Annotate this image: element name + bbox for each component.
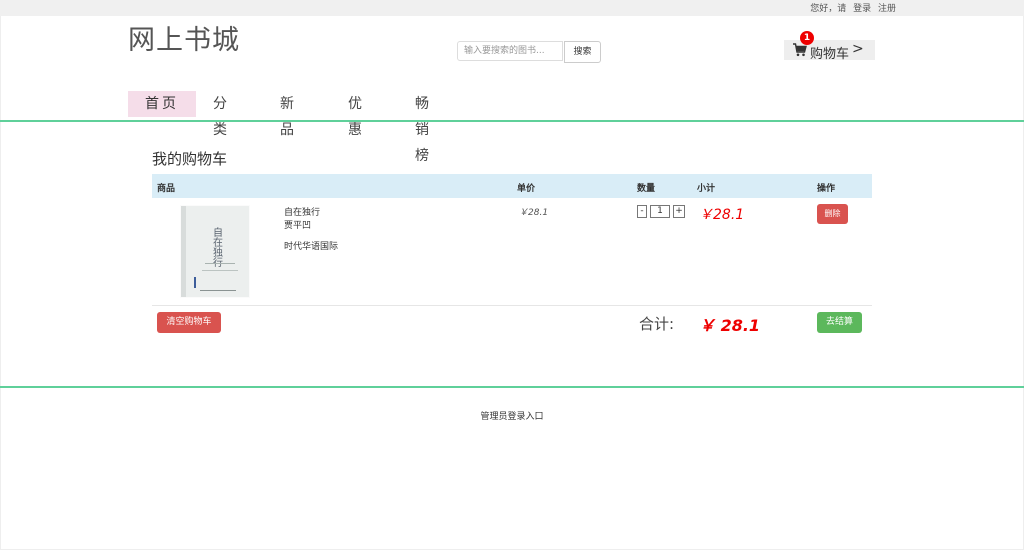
site-logo[interactable]: 网上书城: [128, 18, 240, 57]
footer-divider: [0, 386, 1024, 388]
register-link[interactable]: 注册: [878, 4, 896, 14]
nav-item-bestsellers[interactable]: 畅销榜: [415, 91, 430, 164]
column-header-product: 商品: [157, 184, 176, 194]
page-title: 我的购物车: [152, 150, 228, 168]
quantity-input[interactable]: 1: [650, 205, 670, 218]
top-bar: 您好，请 登录 注册: [0, 0, 1024, 16]
column-header-action: 操作: [817, 184, 836, 194]
cart-button[interactable]: 购物车 >: [784, 40, 875, 62]
nav-item-categories[interactable]: 分类: [213, 91, 230, 138]
clear-cart-button[interactable]: 清空购物车: [157, 312, 221, 333]
login-link[interactable]: 登录: [853, 4, 871, 14]
column-header-unit-price: 单价: [517, 184, 536, 194]
row-divider: [152, 305, 872, 306]
book-cover-image[interactable]: 自在独行: [180, 205, 250, 298]
book-cover-title: 自在独行: [211, 226, 223, 268]
total-label: 合计:: [639, 315, 675, 333]
delete-item-button[interactable]: 删除: [817, 204, 848, 224]
column-header-quantity: 数量: [637, 184, 656, 194]
book-publisher: 时代华语国际: [284, 242, 339, 252]
greeting-text: 您好，请: [810, 4, 847, 14]
user-links: 您好，请 登录 注册: [806, 1, 896, 14]
nav-item-deals[interactable]: 优惠: [348, 91, 365, 138]
cart-icon: [793, 43, 807, 57]
checkout-button[interactable]: 去结算: [817, 312, 862, 333]
total-value: ￥ 28.1: [699, 316, 761, 335]
book-author: 贾平凹: [284, 221, 312, 231]
chevron-right-icon: >: [852, 41, 864, 57]
admin-login-link[interactable]: 管理员登录入口: [0, 409, 1024, 422]
quantity-decrement-button[interactable]: -: [637, 205, 647, 218]
cart-label: 购物车: [810, 47, 850, 62]
column-header-subtotal: 小计: [697, 184, 716, 194]
page-frame: [0, 0, 1024, 550]
unit-price: ￥28.1: [519, 208, 549, 218]
book-title[interactable]: 自在独行: [284, 205, 320, 218]
header-divider: [0, 120, 1024, 122]
cart-count-badge: 1: [800, 31, 814, 45]
search-button[interactable]: 搜索: [564, 41, 601, 63]
item-subtotal: ￥28.1: [699, 207, 745, 223]
nav-item-new[interactable]: 新品: [280, 91, 297, 138]
nav-item-home[interactable]: 首页: [128, 91, 196, 117]
search-input[interactable]: 输入要搜索的图书...: [457, 41, 563, 61]
quantity-increment-button[interactable]: +: [673, 205, 685, 218]
cart-table-header: 商品 单价 数量 小计 操作: [152, 174, 872, 198]
